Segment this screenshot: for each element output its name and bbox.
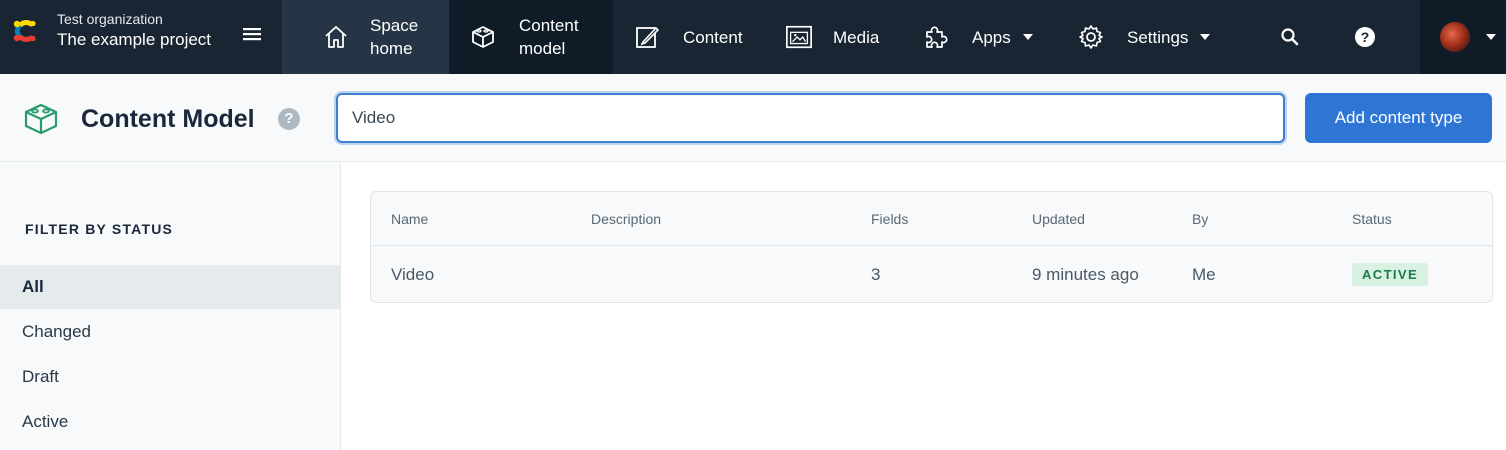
organization-name: Test organization bbox=[57, 11, 163, 27]
top-navigation-bar: Test organization The example project Sp… bbox=[0, 0, 1506, 74]
avatar bbox=[1440, 22, 1470, 52]
image-icon bbox=[785, 23, 813, 51]
column-header-name[interactable]: Name bbox=[391, 192, 428, 245]
add-content-type-button[interactable]: Add content type bbox=[1305, 93, 1492, 143]
puzzle-icon bbox=[922, 23, 950, 51]
organization-switcher[interactable]: Test organization The example project bbox=[0, 0, 282, 74]
nav-content-label: Content bbox=[683, 27, 743, 47]
filter-title: FILTER BY STATUS bbox=[25, 221, 174, 237]
page-title: Content Model bbox=[81, 105, 255, 133]
nav-media-label: Media bbox=[833, 27, 880, 47]
search-input[interactable] bbox=[336, 93, 1285, 143]
contentful-logo-icon bbox=[13, 20, 36, 42]
column-header-fields[interactable]: Fields bbox=[871, 192, 908, 245]
home-icon bbox=[322, 23, 350, 51]
gear-icon bbox=[1077, 23, 1105, 51]
nav-label-line: Space bbox=[370, 16, 419, 35]
nav-search-button[interactable] bbox=[1270, 0, 1310, 74]
cell-name[interactable]: Video bbox=[391, 246, 434, 302]
cube-icon bbox=[24, 103, 58, 135]
filter-item-all[interactable]: All bbox=[0, 265, 340, 309]
chevron-down-icon bbox=[1022, 34, 1033, 40]
status-badge: ACTIVE bbox=[1352, 263, 1429, 286]
sidebar: FILTER BY STATUS All Changed Draft Activ… bbox=[0, 162, 341, 450]
status-filter-list: All Changed Draft Active bbox=[0, 265, 340, 444]
help-icon: ? bbox=[1355, 27, 1375, 47]
nav-settings-label: Settings bbox=[1127, 27, 1189, 47]
nav-content-model-label: Content model bbox=[519, 14, 579, 60]
cell-status: ACTIVE bbox=[1352, 246, 1429, 302]
filter-item-active[interactable]: Active bbox=[0, 400, 340, 444]
table-row[interactable]: Video 3 9 minutes ago Me ACTIVE bbox=[371, 246, 1492, 302]
nav-space-home[interactable]: Space home bbox=[282, 0, 449, 74]
nav-label-line: model bbox=[519, 39, 566, 58]
nav-media[interactable]: Media bbox=[765, 0, 900, 74]
hamburger-menu-icon[interactable] bbox=[240, 22, 264, 46]
column-header-status[interactable]: Status bbox=[1352, 192, 1392, 245]
nav-apps[interactable]: Apps bbox=[900, 0, 1055, 74]
chevron-down-icon bbox=[1486, 34, 1496, 40]
nav-settings[interactable]: Settings bbox=[1055, 0, 1230, 74]
nav-apps-label: Apps bbox=[972, 27, 1011, 47]
svg-text:?: ? bbox=[1361, 29, 1370, 45]
nav-label-line: home bbox=[370, 39, 413, 58]
column-header-description[interactable]: Description bbox=[591, 192, 661, 245]
org-text: Test organization The example project bbox=[57, 10, 211, 52]
column-header-updated[interactable]: Updated bbox=[1032, 192, 1085, 245]
content-types-table: Name Description Fields Updated By Statu… bbox=[370, 191, 1493, 303]
account-menu[interactable] bbox=[1420, 0, 1506, 74]
search-icon bbox=[1281, 28, 1299, 46]
filter-item-draft[interactable]: Draft bbox=[0, 355, 340, 399]
filter-item-changed[interactable]: Changed bbox=[0, 310, 340, 354]
nav-label-line: Content bbox=[519, 16, 579, 35]
nav-help-button[interactable]: ? bbox=[1345, 0, 1385, 74]
help-icon[interactable]: ? bbox=[278, 108, 300, 130]
chevron-down-icon bbox=[1200, 34, 1211, 40]
nav-content[interactable]: Content bbox=[613, 0, 765, 74]
nav-content-model[interactable]: Content model bbox=[449, 0, 613, 74]
cell-by: Me bbox=[1192, 264, 1216, 284]
cell-fields: 3 bbox=[871, 264, 881, 284]
page-header: Content Model ? Add content type bbox=[0, 74, 1506, 162]
cube-icon bbox=[469, 23, 497, 51]
edit-icon bbox=[633, 23, 661, 51]
cell-updated: 9 minutes ago bbox=[1032, 264, 1139, 284]
project-name: The example project bbox=[57, 30, 212, 49]
table-header: Name Description Fields Updated By Statu… bbox=[371, 192, 1492, 246]
column-header-by[interactable]: By bbox=[1192, 192, 1208, 245]
nav-space-home-label: Space home bbox=[370, 14, 418, 60]
